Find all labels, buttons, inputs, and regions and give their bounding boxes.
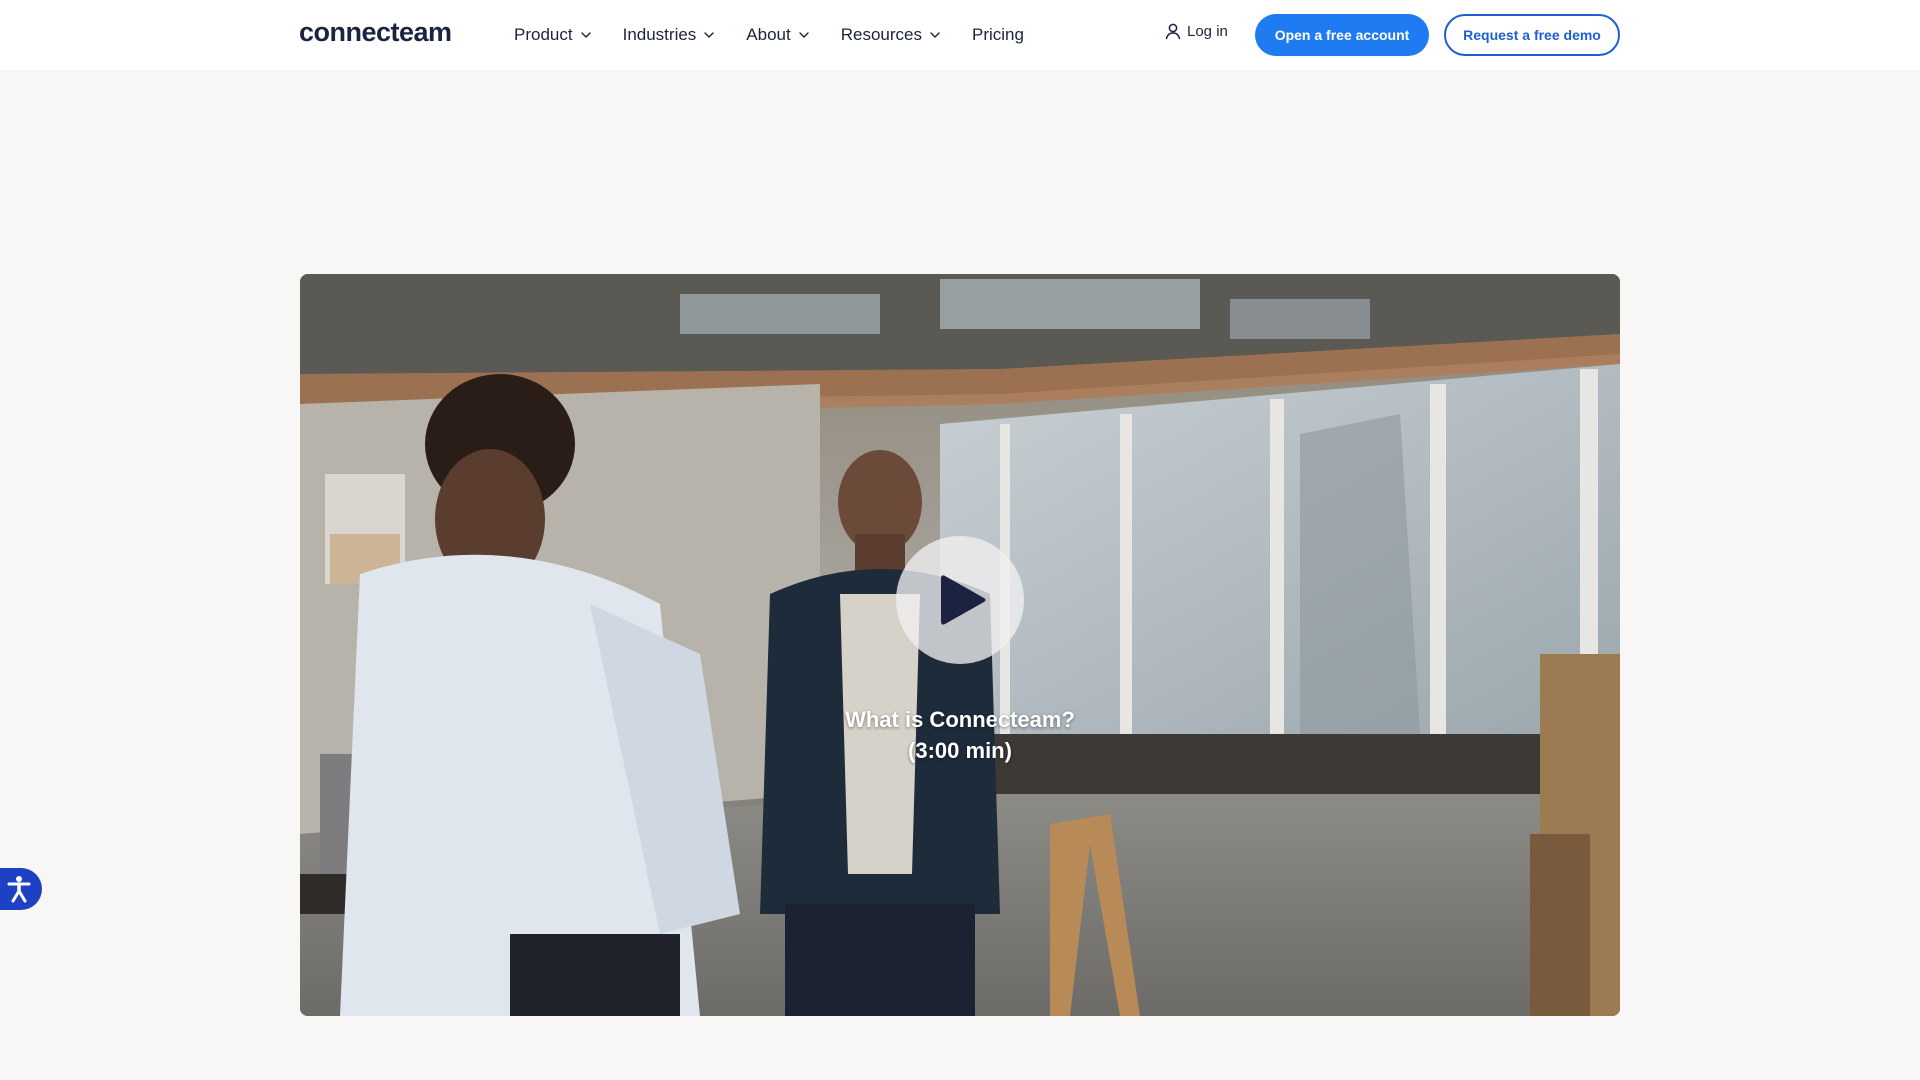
connecteam-logo[interactable]: connecteam (299, 14, 452, 50)
request-free-demo-button[interactable]: Request a free demo (1444, 14, 1620, 56)
site-header: connecteam Product Industries About Reso… (0, 0, 1920, 70)
nav-item-label: Resources (840, 25, 922, 44)
video-duration: (3:00 min) (908, 738, 1012, 763)
open-free-account-button[interactable]: Open a free account (1255, 14, 1429, 56)
nav-item-industries[interactable]: Industries (623, 25, 717, 45)
login-link[interactable]: Log in (1164, 22, 1228, 40)
chevron-down-icon (702, 28, 716, 42)
login-label: Log in (1187, 22, 1228, 40)
nav-item-label: Product (514, 25, 573, 44)
accessibility-icon (7, 876, 31, 903)
nav-item-label: Industries (622, 25, 697, 44)
video-title: What is Connecteam? (845, 707, 1075, 732)
main-nav: Product Industries About Resources Prici… (514, 20, 1054, 50)
play-icon (941, 575, 986, 625)
user-icon (1164, 22, 1182, 40)
nav-item-resources[interactable]: Resources (841, 25, 942, 45)
nav-item-label: About (746, 25, 791, 44)
video-player[interactable]: What is Connecteam? (3:00 min) (300, 274, 1620, 1016)
nav-item-pricing[interactable]: Pricing (972, 25, 1024, 45)
chevron-down-icon (579, 28, 593, 42)
chevron-down-icon (797, 28, 811, 42)
play-button[interactable] (896, 536, 1024, 664)
video-caption: What is Connecteam? (3:00 min) (760, 704, 1160, 766)
nav-item-label: Pricing (972, 25, 1024, 44)
nav-item-about[interactable]: About (746, 25, 810, 45)
nav-item-product[interactable]: Product (514, 25, 593, 45)
chevron-down-icon (928, 28, 942, 42)
accessibility-button[interactable] (0, 868, 42, 910)
